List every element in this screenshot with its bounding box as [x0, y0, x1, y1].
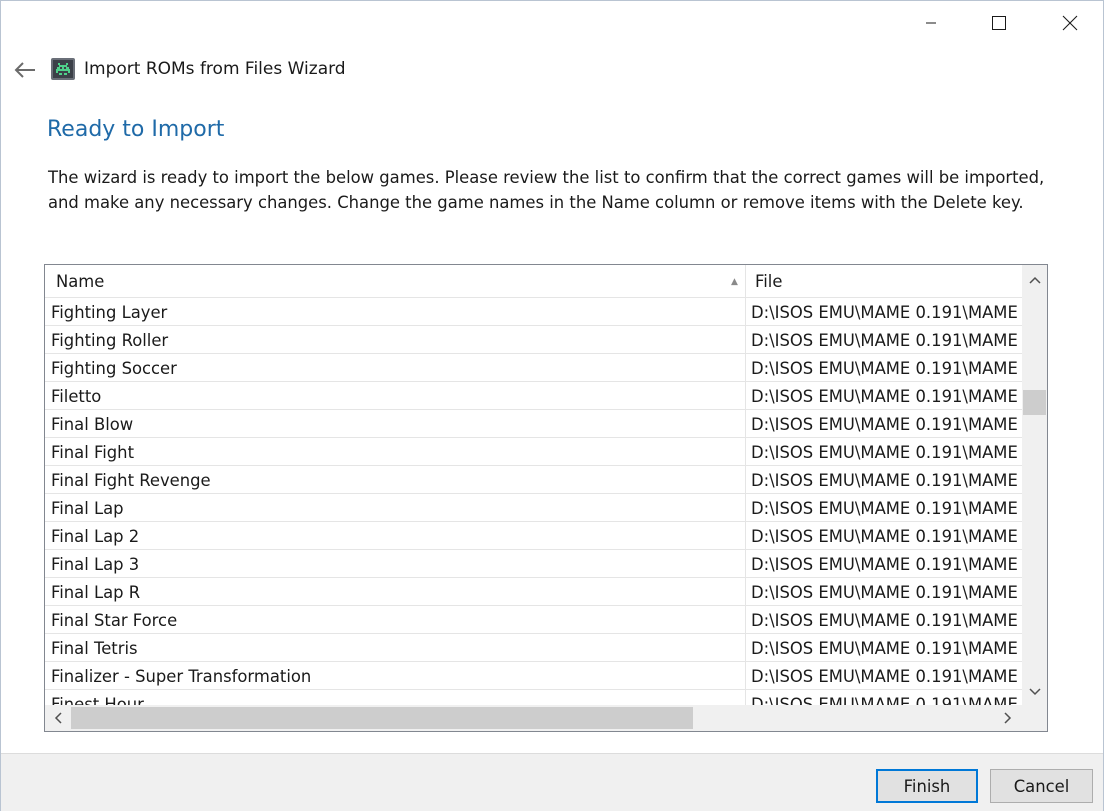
cell-file: D:\ISOS EMU\MAME 0.191\MAME	[745, 382, 1022, 410]
back-arrow-icon	[14, 62, 35, 78]
table-row[interactable]: Final Lap 3 D:\ISOS EMU\MAME 0.191\MAME	[45, 550, 1022, 578]
table-row[interactable]: Filetto D:\ISOS EMU\MAME 0.191\MAME	[45, 382, 1022, 410]
cell-file: D:\ISOS EMU\MAME 0.191\MAME	[745, 662, 1022, 690]
table-row[interactable]: Final Fight D:\ISOS EMU\MAME 0.191\MAME	[45, 438, 1022, 466]
table-row[interactable]: Final Lap D:\ISOS EMU\MAME 0.191\MAME	[45, 494, 1022, 522]
finish-button[interactable]: Finish	[876, 769, 978, 803]
games-list[interactable]: Name ▲ File Fighting Layer D:\ISOS EMU\MA…	[44, 264, 1048, 732]
table-row[interactable]: Final Lap R D:\ISOS EMU\MAME 0.191\MAME	[45, 578, 1022, 606]
cell-file: D:\ISOS EMU\MAME 0.191\MAME	[745, 410, 1022, 438]
page-title: Ready to Import	[47, 117, 225, 142]
cell-name[interactable]: Final Lap R	[45, 578, 745, 606]
close-button[interactable]	[1047, 1, 1093, 45]
horizontal-scroll-thumb[interactable]	[71, 707, 693, 729]
vertical-scroll-thumb[interactable]	[1023, 390, 1046, 415]
table-row[interactable]: Final Lap 2 D:\ISOS EMU\MAME 0.191\MAME	[45, 522, 1022, 550]
table-row[interactable]: Fighting Roller D:\ISOS EMU\MAME 0.191\MA…	[45, 326, 1022, 354]
table-row[interactable]: Final Blow D:\ISOS EMU\MAME 0.191\MAME	[45, 410, 1022, 438]
table-row[interactable]: Final Star Force D:\ISOS EMU\MAME 0.191\M…	[45, 606, 1022, 634]
wizard-title: Import ROMs from Files Wizard	[84, 59, 346, 79]
close-icon	[1062, 15, 1078, 31]
cancel-button[interactable]: Cancel	[990, 769, 1093, 803]
cell-name[interactable]: Final Lap 3	[45, 550, 745, 578]
list-rows: Fighting Layer D:\ISOS EMU\MAME 0.191\MAM…	[45, 298, 1022, 705]
cell-file: D:\ISOS EMU\MAME 0.191\MAME	[745, 690, 1022, 705]
cell-file: D:\ISOS EMU\MAME 0.191\MAME	[745, 522, 1022, 550]
vertical-scrollbar[interactable]	[1022, 265, 1047, 705]
scroll-down-icon[interactable]	[1022, 681, 1047, 703]
table-row[interactable]: Final Tetris D:\ISOS EMU\MAME 0.191\MAME	[45, 634, 1022, 662]
cell-name[interactable]: Fighting Soccer	[45, 354, 745, 382]
cell-file: D:\ISOS EMU\MAME 0.191\MAME	[745, 494, 1022, 522]
footer-bar: Finish Cancel	[1, 753, 1103, 811]
cell-name[interactable]: Finest Hour	[45, 690, 745, 706]
cell-name[interactable]: Filetto	[45, 382, 745, 410]
table-row[interactable]: Finalizer - Super Transformation D:\ISOS …	[45, 662, 1022, 690]
horizontal-scrollbar[interactable]	[45, 705, 1022, 731]
cell-file: D:\ISOS EMU\MAME 0.191\MAME	[745, 354, 1022, 382]
table-row[interactable]: Finest Hour D:\ISOS EMU\MAME 0.191\MAME	[45, 690, 1022, 705]
minimize-icon	[926, 22, 936, 24]
cell-file: D:\ISOS EMU\MAME 0.191\MAME	[745, 326, 1022, 354]
cell-file: D:\ISOS EMU\MAME 0.191\MAME	[745, 606, 1022, 634]
page-description: The wizard is ready to import the below …	[48, 168, 1045, 212]
cell-file: D:\ISOS EMU\MAME 0.191\MAME	[745, 438, 1022, 466]
cell-name[interactable]: Final Tetris	[45, 634, 745, 662]
sort-ascending-icon: ▲	[731, 277, 738, 287]
table-row[interactable]: Fighting Layer D:\ISOS EMU\MAME 0.191\MAM…	[45, 298, 1022, 326]
scrollbar-corner	[1022, 705, 1047, 731]
table-row[interactable]: Final Fight Revenge D:\ISOS EMU\MAME 0.19…	[45, 466, 1022, 494]
cell-name[interactable]: Final Blow	[45, 410, 745, 438]
wizard-window: Import ROMs from Files Wizard Ready to I…	[0, 0, 1104, 811]
cell-name[interactable]: Finalizer - Super Transformation	[45, 662, 745, 690]
cell-name[interactable]: Final Star Force	[45, 606, 745, 634]
back-button[interactable]	[11, 57, 39, 83]
cell-file: D:\ISOS EMU\MAME 0.191\MAME	[745, 298, 1022, 326]
scroll-up-icon[interactable]	[1022, 269, 1047, 291]
cell-file: D:\ISOS EMU\MAME 0.191\MAME	[745, 550, 1022, 578]
cell-name[interactable]: Final Fight	[45, 438, 745, 466]
column-header-file[interactable]: File	[745, 265, 1022, 298]
space-invader-icon	[51, 58, 75, 80]
cell-name[interactable]: Fighting Roller	[45, 326, 745, 354]
maximize-icon	[992, 16, 1006, 30]
cell-file: D:\ISOS EMU\MAME 0.191\MAME	[745, 634, 1022, 662]
column-header-name[interactable]: Name	[45, 265, 745, 298]
cell-file: D:\ISOS EMU\MAME 0.191\MAME	[745, 466, 1022, 494]
cell-name[interactable]: Final Lap 2	[45, 522, 745, 550]
scroll-right-icon[interactable]	[995, 705, 1021, 731]
list-header: Name ▲ File	[45, 265, 1022, 298]
table-row[interactable]: Fighting Soccer D:\ISOS EMU\MAME 0.191\MA…	[45, 354, 1022, 382]
cell-name[interactable]: Final Fight Revenge	[45, 466, 745, 494]
cell-file: D:\ISOS EMU\MAME 0.191\MAME	[745, 578, 1022, 606]
cell-name[interactable]: Final Lap	[45, 494, 745, 522]
minimize-button[interactable]	[908, 1, 954, 45]
cell-name[interactable]: Fighting Layer	[45, 298, 745, 326]
maximize-button[interactable]	[976, 1, 1022, 45]
scroll-left-icon[interactable]	[45, 705, 71, 731]
